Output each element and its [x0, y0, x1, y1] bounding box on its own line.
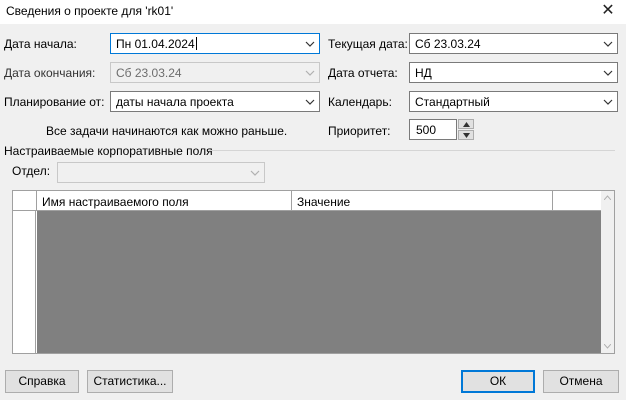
start-date-field[interactable]: Пн 01.04.2024 [110, 33, 320, 54]
custom-fields-grid[interactable]: Имя настраиваемого поля Значение [12, 190, 615, 354]
department-select [57, 162, 265, 183]
calendar-value: Стандартный [415, 95, 490, 109]
finish-date-label: Дата окончания: [4, 66, 96, 80]
ok-button[interactable]: ОК [461, 370, 535, 393]
schedule-from-label: Планирование от: [4, 95, 105, 109]
statistics-button[interactable]: Статистика... [87, 370, 173, 393]
schedule-from-value: даты начала проекта [116, 95, 234, 109]
spin-down-icon[interactable] [458, 130, 474, 140]
text-caret [195, 37, 197, 50]
priority-label: Приоритет: [328, 124, 391, 138]
chevron-down-icon[interactable] [602, 38, 614, 50]
column-header-field-name[interactable]: Имя настраиваемого поля [37, 191, 292, 211]
scroll-down-icon[interactable] [604, 344, 611, 349]
priority-value: 500 [416, 123, 437, 137]
close-icon[interactable]: ✕ [600, 3, 616, 19]
grid-empty-area [37, 211, 602, 353]
group-divider [209, 150, 615, 151]
spin-up-icon[interactable] [458, 119, 474, 129]
help-button[interactable]: Справка [5, 370, 79, 393]
custom-fields-group-label: Настраиваемые корпоративные поля [4, 144, 213, 158]
dialog-title: Сведения о проекте для 'rk01' [6, 4, 174, 18]
vertical-scrollbar[interactable] [601, 191, 614, 353]
start-date-label: Дата начала: [4, 37, 77, 51]
chevron-down-icon[interactable] [602, 67, 614, 79]
current-date-value: Сб 23.03.24 [415, 37, 481, 51]
chevron-down-icon[interactable] [602, 96, 614, 108]
status-date-value: НД [415, 66, 432, 80]
status-date-field[interactable]: НД [409, 62, 618, 83]
priority-input[interactable]: 500 [409, 119, 457, 140]
finish-date-value: Сб 23.03.24 [116, 66, 182, 80]
schedule-note: Все задачи начинаются как можно раньше. [46, 124, 288, 138]
chevron-down-icon [250, 170, 260, 176]
calendar-label: Календарь: [328, 95, 392, 109]
row-header-column [13, 211, 36, 353]
start-date-value: Пн 01.04.2024 [116, 37, 195, 51]
current-date-label: Текущая дата: [328, 37, 408, 51]
chevron-down-icon[interactable] [304, 96, 316, 108]
schedule-from-select[interactable]: даты начала проекта [110, 91, 320, 112]
department-label: Отдел: [12, 164, 51, 178]
finish-date-field: Сб 23.03.24 [110, 62, 320, 83]
calendar-select[interactable]: Стандартный [409, 91, 618, 112]
grid-corner-cell [13, 191, 37, 211]
column-header-value[interactable]: Значение [292, 191, 553, 211]
priority-spinner [458, 119, 474, 140]
current-date-field[interactable]: Сб 23.03.24 [409, 33, 618, 54]
chevron-down-icon[interactable] [304, 38, 316, 50]
chevron-down-icon [305, 70, 315, 76]
cancel-button[interactable]: Отмена [543, 370, 619, 393]
title-bar: Сведения о проекте для 'rk01' ✕ [0, 0, 626, 24]
scroll-up-icon[interactable] [604, 195, 611, 200]
grid-header: Имя настраиваемого поля Значение [13, 191, 602, 211]
status-date-label: Дата отчета: [328, 66, 398, 80]
